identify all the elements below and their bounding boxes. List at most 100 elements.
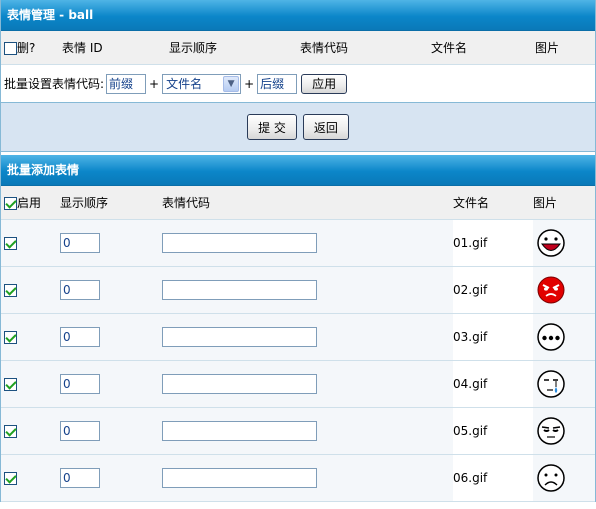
code-input[interactable] (162, 233, 317, 253)
add-filename-column-label: 文件名 (453, 196, 490, 210)
plus-sign: + (244, 76, 255, 91)
image-cell (533, 220, 569, 266)
list-column-header: 删? 表情 ID 显示顺序 表情代码 文件名 图片 (1, 31, 595, 65)
batch-code-row: 批量设置表情代码: + 文件名 ▼ + 应用 (1, 65, 595, 103)
code-cell (162, 233, 453, 253)
add-section-title: 批量添加表情 (1, 155, 595, 186)
order-cell (60, 327, 162, 347)
add-column-header: 启用 显示顺序 表情代码 文件名 图片 (1, 186, 595, 220)
enable-cell (1, 236, 60, 250)
filename-text: 06.gif (453, 471, 488, 485)
table-row: 02.gif (1, 267, 595, 314)
sleepy-face-icon (537, 417, 565, 445)
image-cell (533, 408, 569, 454)
add-rows: 01.gif 02.gif 03.gif (1, 220, 595, 502)
order-input[interactable] (60, 374, 100, 394)
add-order-column-label: 显示顺序 (60, 196, 109, 210)
filename-text: 01.gif (453, 236, 488, 250)
code-input[interactable] (162, 327, 317, 347)
red-angry-face-icon (537, 276, 565, 304)
code-cell (162, 421, 453, 441)
image-cell (533, 267, 569, 313)
filename-text: 03.gif (453, 330, 488, 344)
code-cell (162, 468, 453, 488)
code-input[interactable] (162, 280, 317, 300)
table-row: 06.gif (1, 455, 595, 502)
enable-cell (1, 377, 60, 391)
order-input[interactable] (60, 421, 100, 441)
submit-button[interactable]: 提 交 (247, 114, 297, 140)
table-row: 04.gif (1, 361, 595, 408)
enable-checkbox[interactable] (4, 237, 17, 250)
code-cell (162, 327, 453, 347)
emoticon-manager: 表情管理 - ball 删? 表情 ID 显示顺序 表情代码 文件名 图片 批量… (0, 0, 596, 502)
action-bar: 提 交 返回 (1, 103, 595, 152)
enable-checkbox[interactable] (4, 378, 17, 391)
order-input[interactable] (60, 280, 100, 300)
order-input[interactable] (60, 233, 100, 253)
apply-button[interactable]: 应用 (301, 73, 348, 94)
enable-cell (1, 283, 60, 297)
filename-text: 05.gif (453, 424, 488, 438)
delete-column: 删? (1, 39, 58, 56)
id-column-label: 表情 ID (62, 41, 103, 55)
filename-column-label: 文件名 (431, 41, 468, 55)
plus-sign: + (149, 76, 160, 91)
chevron-down-icon[interactable]: ▼ (223, 75, 240, 92)
enable-column-label: 启用 (17, 196, 42, 210)
add-image-column-label: 图片 (533, 196, 558, 210)
code-input[interactable] (162, 374, 317, 394)
code-input[interactable] (162, 421, 317, 441)
delete-all-checkbox[interactable] (4, 42, 17, 55)
filename-cell: 02.gif (453, 267, 533, 313)
filename-cell: 01.gif (453, 220, 533, 266)
order-input[interactable] (60, 468, 100, 488)
order-cell (60, 421, 162, 441)
add-code-column-label: 表情代码 (162, 196, 211, 210)
enable-cell (1, 424, 60, 438)
red-open-mouth-face-icon (537, 229, 565, 257)
enable-checkbox[interactable] (4, 331, 17, 344)
code-column-label: 表情代码 (300, 41, 349, 55)
prefix-input[interactable] (106, 73, 147, 94)
section-title: 表情管理 - ball (1, 0, 595, 31)
code-cell (162, 374, 453, 394)
image-cell (533, 361, 569, 407)
table-row: 03.gif (1, 314, 595, 361)
filename-select-value: 文件名 (166, 77, 203, 91)
order-cell (60, 280, 162, 300)
enable-all-checkbox[interactable] (4, 197, 17, 210)
enable-cell (1, 330, 60, 344)
delete-column-label: 删? (17, 41, 36, 55)
filename-cell: 06.gif (453, 455, 533, 501)
enable-checkbox[interactable] (4, 472, 17, 485)
enable-column: 启用 (1, 194, 60, 211)
batch-code-label: 批量设置表情代码: (4, 77, 105, 91)
filename-cell: 04.gif (453, 361, 533, 407)
table-row: 05.gif (1, 408, 595, 455)
suffix-input[interactable] (257, 73, 298, 94)
filename-text: 02.gif (453, 283, 488, 297)
order-cell (60, 233, 162, 253)
order-cell (60, 374, 162, 394)
filename-cell: 03.gif (453, 314, 533, 360)
image-column-label: 图片 (535, 41, 560, 55)
dots-face-icon (537, 323, 565, 351)
code-cell (162, 280, 453, 300)
filename-select[interactable]: 文件名 ▼ (162, 73, 242, 94)
enable-checkbox[interactable] (4, 425, 17, 438)
crying-face-icon (537, 370, 565, 398)
order-cell (60, 468, 162, 488)
enable-checkbox[interactable] (4, 284, 17, 297)
code-input[interactable] (162, 468, 317, 488)
back-button[interactable]: 返回 (302, 114, 349, 140)
order-column-label: 显示顺序 (169, 41, 218, 55)
filename-text: 04.gif (453, 377, 488, 391)
order-input[interactable] (60, 327, 100, 347)
enable-cell (1, 471, 60, 485)
image-cell (533, 314, 569, 360)
image-cell (533, 455, 569, 501)
sad-face-icon (537, 464, 565, 492)
table-row: 01.gif (1, 220, 595, 267)
filename-cell: 05.gif (453, 408, 533, 454)
